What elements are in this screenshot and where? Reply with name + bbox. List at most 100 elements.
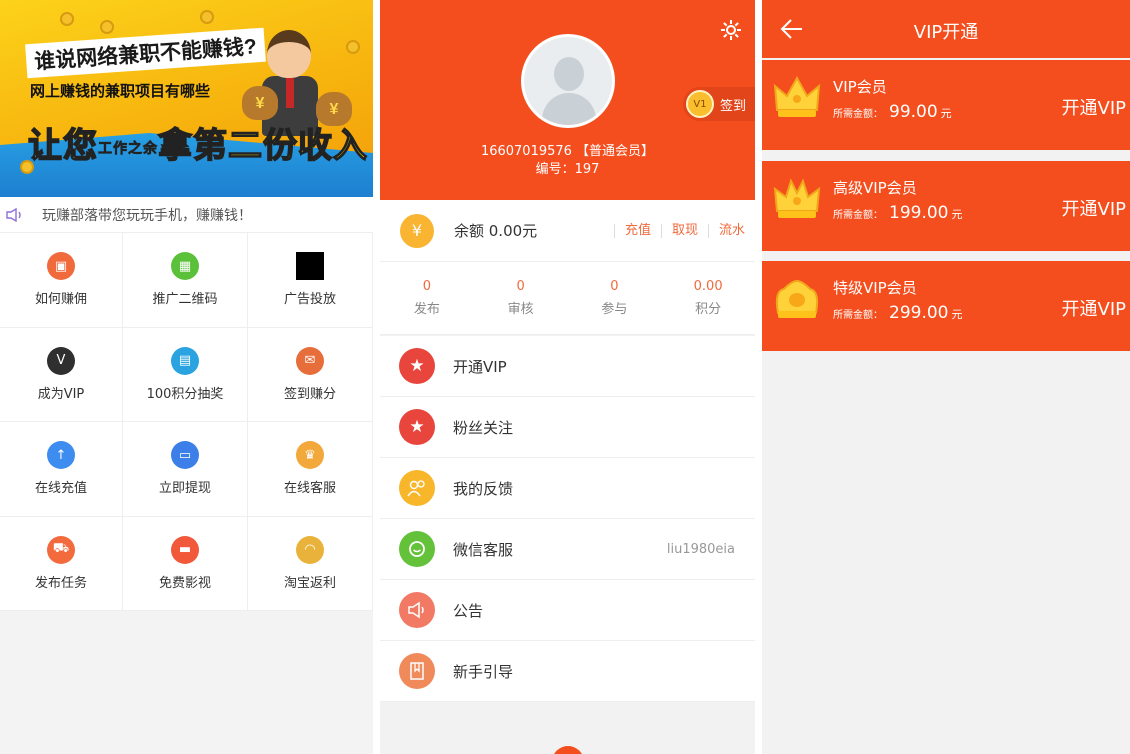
stat-review[interactable]: 0 审核 xyxy=(474,262,568,334)
crown-icon xyxy=(775,279,819,318)
stat-participate[interactable]: 0 参与 xyxy=(568,262,662,334)
stat-publish[interactable]: 0 发布 xyxy=(380,262,474,334)
page-title: VIP开通 xyxy=(913,22,979,43)
crown-icon xyxy=(773,178,821,218)
grid-item-label: 立即提现 xyxy=(158,481,211,497)
avatar-head-shape xyxy=(554,57,584,91)
grid-item[interactable]: ⛟ 发布任务 xyxy=(0,516,123,611)
profile-header: V1 签到 16607019576 【普通会员】 编号：197 xyxy=(380,0,755,200)
banner-subline: 网上赚钱的兼职项目有哪些 xyxy=(30,83,211,100)
grid-item-label: 100积分抽奖 xyxy=(146,386,224,402)
stat-points[interactable]: 0.00 积分 xyxy=(661,262,755,334)
menu-item-label: 微信客服 xyxy=(453,540,514,559)
menu-item-announcement[interactable]: 公告 xyxy=(380,580,755,641)
plan-price: 所需金额： 299.00 元 xyxy=(833,303,962,323)
menu-item-followers[interactable]: ★ 粉丝关注 xyxy=(380,397,755,458)
plan-name: VIP会员 xyxy=(833,78,887,96)
businessman-head xyxy=(267,30,311,78)
grid-item-label: 淘宝返利 xyxy=(283,575,336,591)
grid-item-label: 推广二维码 xyxy=(152,292,218,308)
coin-icon xyxy=(200,10,214,24)
stats-row: 0 发布 0 审核 0 参与 0.00 积分 xyxy=(380,262,755,335)
price-amount: 199.00 xyxy=(889,203,949,223)
speaker-icon xyxy=(399,592,435,628)
vip-plan-card[interactable]: VIP会员 所需金额： 99.00 元 开通VIP xyxy=(762,60,1130,150)
speaker-icon xyxy=(6,207,26,222)
price-unit: 元 xyxy=(951,308,963,321)
checkin-label: 签到 xyxy=(720,98,747,114)
open-vip-button[interactable]: 开通VIP xyxy=(1062,94,1126,120)
grid-item[interactable]: 广告投放 xyxy=(248,233,373,328)
menu-item-label: 开通VIP xyxy=(453,357,507,376)
recharge-link[interactable]: 充值 xyxy=(613,223,661,238)
banner-headline: 谁说网络兼职不能赚钱? xyxy=(25,27,266,79)
open-vip-button[interactable]: 开通VIP xyxy=(1062,295,1126,321)
menu-item-label: 新手引导 xyxy=(453,662,514,681)
coin-icon xyxy=(60,12,74,26)
menu-item-open-vip[interactable]: ★ 开通VIP xyxy=(380,336,755,397)
settings-gear-icon[interactable] xyxy=(719,18,743,42)
grid-item[interactable]: ▦ 推广二维码 xyxy=(123,233,248,328)
grid-item-label: 免费影视 xyxy=(158,575,211,591)
banner-slogan: 让您工作之余拿第二份收入 xyxy=(27,118,368,167)
announcement-bar[interactable]: 玩赚部落带您玩玩手机，赚赚钱！ xyxy=(0,197,373,233)
price-unit: 元 xyxy=(951,208,963,221)
balance-row: ¥ 余额 0.00元 充值 取现 流水 xyxy=(380,200,755,262)
price-label: 所需金额： xyxy=(833,310,883,321)
grid-item[interactable]: ✉ 签到赚分 xyxy=(248,327,373,422)
grid-item[interactable]: ↑ 在线充值 xyxy=(0,422,123,517)
grid-item[interactable]: ▭ 立即提现 xyxy=(123,422,248,517)
transactions-link[interactable]: 流水 xyxy=(707,223,755,238)
vip-plan-card[interactable]: 特级VIP会员 所需金额： 299.00 元 开通VIP xyxy=(762,261,1130,351)
cart-icon: ⛟ xyxy=(47,535,75,564)
grid-item[interactable]: ▣ 如何赚佣 xyxy=(0,233,123,328)
stat-value: 0 xyxy=(422,279,432,294)
checkin-icon: ✉ xyxy=(296,346,324,375)
grid-item-label: 在线充值 xyxy=(34,481,87,497)
ad-image-icon xyxy=(296,252,324,281)
gift-icon: ▣ xyxy=(47,252,75,281)
user-phone: 16607019576 【普通会员】 xyxy=(480,144,655,159)
money-bag-icon: ¥ xyxy=(242,86,278,120)
withdraw-link[interactable]: 取现 xyxy=(660,223,708,238)
service-icon: ♛ xyxy=(296,441,324,470)
open-vip-button[interactable]: 开通VIP xyxy=(1062,195,1126,221)
grid-item[interactable]: ▬ 免费影视 xyxy=(123,516,248,611)
menu-item-label: 我的反馈 xyxy=(453,479,514,498)
card-icon: ▭ xyxy=(171,441,199,470)
price-amount: 299.00 xyxy=(889,303,949,323)
tie-shape xyxy=(286,78,294,108)
wechat-id: liu1980eia xyxy=(666,541,735,557)
vip-plan-card[interactable]: 高级VIP会员 所需金额： 199.00 元 开通VIP xyxy=(762,161,1130,251)
coin-icon xyxy=(346,40,360,54)
plan-name: 高级VIP会员 xyxy=(833,179,917,197)
menu-item-label: 粉丝关注 xyxy=(453,418,514,437)
slogan-part-b: 拿第二份收入 xyxy=(157,126,368,166)
bottom-nav-button[interactable] xyxy=(552,746,584,754)
avatar[interactable] xyxy=(521,34,615,128)
star-icon: ★ xyxy=(399,348,435,384)
coin-icon xyxy=(100,20,114,34)
menu-item-guide[interactable]: 新手引导 xyxy=(380,641,755,702)
grid-item[interactable]: ▤ 100积分抽奖 xyxy=(123,327,248,422)
profile-menu: ★ 开通VIP ★ 粉丝关注 我的反馈 微信客服 liu1980eia 公告 新… xyxy=(380,336,755,702)
home-screen: 谁说网络兼职不能赚钱? 网上赚钱的兼职项目有哪些 ¥ ¥ 让您工作之余拿第二份收… xyxy=(0,0,373,754)
checkin-button[interactable]: V1 签到 xyxy=(683,87,755,121)
vip-badge-icon: V xyxy=(47,346,75,375)
grid-item[interactable]: V 成为VIP xyxy=(0,327,123,422)
menu-item-wechat-service[interactable]: 微信客服 liu1980eia xyxy=(380,519,755,580)
lottery-icon: ▤ xyxy=(171,346,199,375)
users-icon xyxy=(399,470,435,506)
book-icon xyxy=(399,653,435,689)
plan-price: 所需金额： 99.00 元 xyxy=(833,102,952,122)
stat-label: 发布 xyxy=(413,302,440,317)
announcement-text: 玩赚部落带您玩玩手机，赚赚钱！ xyxy=(42,207,252,224)
stat-label: 审核 xyxy=(507,302,534,317)
promo-banner[interactable]: 谁说网络兼职不能赚钱? 网上赚钱的兼职项目有哪些 ¥ ¥ 让您工作之余拿第二份收… xyxy=(0,0,373,197)
stat-label: 参与 xyxy=(601,302,628,317)
yen-icon: ¥ xyxy=(400,213,434,248)
grid-item[interactable]: ♛ 在线客服 xyxy=(248,422,373,517)
menu-item-feedback[interactable]: 我的反馈 xyxy=(380,458,755,519)
grid-item[interactable]: ◠ 淘宝返利 xyxy=(248,516,373,611)
qrcode-icon: ▦ xyxy=(171,252,199,281)
